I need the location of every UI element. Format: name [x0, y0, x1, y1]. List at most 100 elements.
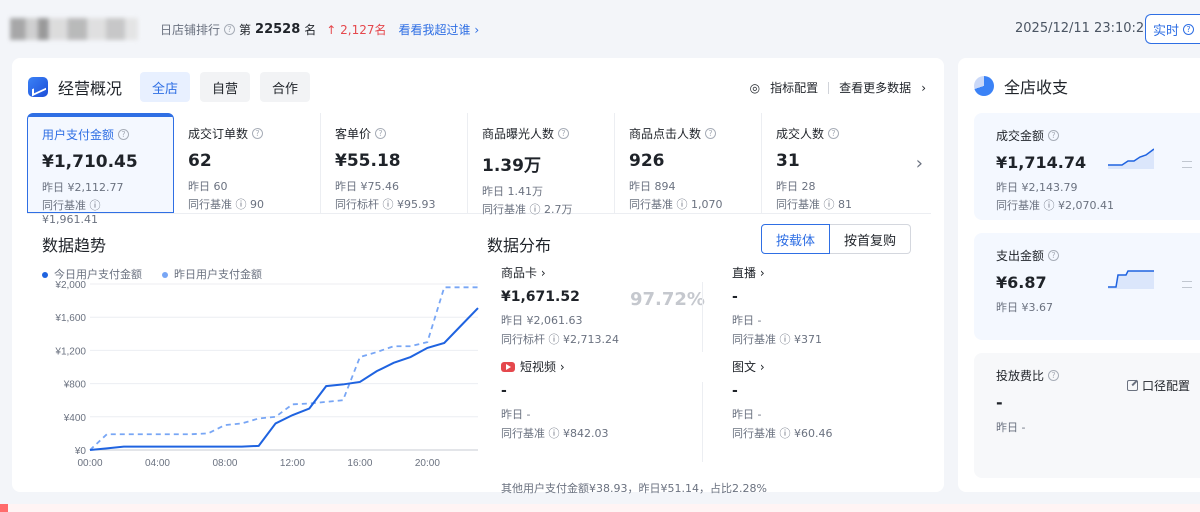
- distribution-divider: [702, 282, 703, 352]
- metric-value: 62: [188, 151, 212, 171]
- store-income-title: 全店收支: [1004, 78, 1069, 97]
- card-yesterday: 昨日 ¥2,143.79: [996, 181, 1078, 194]
- goods-card-benchmark: 同行标杆 ⓘ ¥2,713.24: [501, 333, 619, 346]
- metric-benchmark: 同行基准 ⓘ 90: [188, 198, 264, 211]
- metrics-next-button[interactable]: ›: [916, 153, 923, 174]
- image-text-link[interactable]: 图文 ›: [732, 358, 922, 375]
- metric-label-row: 成交订单数?: [188, 125, 306, 142]
- help-icon: ?: [1183, 23, 1194, 35]
- metric-value: 926: [629, 151, 665, 171]
- trend-chart[interactable]: ¥0 ¥400 ¥800 ¥1,200 ¥1,600 ¥2,000 00:00 04:00 08…: [42, 280, 482, 470]
- scope-config-label: 口径配置: [1141, 379, 1190, 393]
- metric-benchmark: 同行基准 ⓘ 2.7万: [482, 203, 573, 216]
- surpass-link[interactable]: 看看我超过谁 ›: [399, 21, 480, 38]
- metric-label: 客单价: [335, 127, 372, 141]
- metric-label-row: 用户支付金额?: [42, 126, 159, 143]
- image-text-yesterday: 昨日 -: [732, 408, 762, 421]
- goods-card-yesterday: 昨日 ¥2,061.63: [501, 314, 583, 327]
- divider: [828, 81, 830, 94]
- card-yesterday: 昨日 -: [996, 421, 1026, 434]
- metric-yesterday: 昨日 ¥2,112.77: [42, 181, 124, 194]
- y-tick-label: ¥2,000: [54, 280, 86, 291]
- legend-dot-yesterday: [162, 272, 168, 278]
- other-payment-note: 其他用户支付金额¥38.93，昨日¥51.14，占比2.28%: [501, 482, 767, 495]
- x-tick-label: 04:00: [145, 458, 170, 469]
- short-video-yesterday: 昨日 -: [501, 408, 531, 421]
- card-benchmark: 同行基准 ⓘ ¥2,070.41: [996, 199, 1114, 212]
- ad-cost-ratio-card[interactable]: 投放费比? - 昨日 - 口径配置: [974, 353, 1200, 478]
- card-label-row: 成交金额?: [996, 127, 1178, 144]
- x-tick-label: 16:00: [347, 458, 372, 469]
- info-icon[interactable]: ?: [224, 24, 236, 35]
- overview-header: 经营概况 全店 自营 合作: [28, 72, 311, 102]
- timestamp: 2025/12/11 23:10:29: [1015, 21, 1153, 36]
- rank-number: 22528: [255, 22, 301, 37]
- metric-card[interactable]: 用户支付金额? ¥1,710.45 昨日 ¥2,112.77 同行基准 ⓘ ¥1…: [27, 113, 174, 226]
- card-yesterday: 昨日 ¥3.67: [996, 301, 1053, 314]
- segment-self[interactable]: 自营: [200, 72, 251, 102]
- expand-icon[interactable]: [1182, 281, 1192, 288]
- metric-benchmark: 同行基准 ⓘ 81: [776, 198, 852, 211]
- metric-label: 成交人数: [776, 127, 825, 141]
- x-tick-label: 20:00: [415, 458, 440, 469]
- target-icon: ◎: [749, 80, 761, 95]
- card-label-row: 支出金额?: [996, 247, 1178, 264]
- card-label: 支出金额: [996, 249, 1045, 263]
- metric-card[interactable]: 客单价? ¥55.18 昨日 ¥75.46 同行标杆 ⓘ ¥95.93: [321, 113, 468, 213]
- metric-label: 商品曝光人数: [482, 127, 555, 141]
- metric-cards: 用户支付金额? ¥1,710.45 昨日 ¥2,112.77 同行基准 ⓘ ¥1…: [27, 113, 931, 226]
- scope-config-button[interactable]: 口径配置: [1126, 377, 1190, 394]
- live-link[interactable]: 直播 ›: [732, 264, 922, 281]
- realtime-label: 实时: [1152, 23, 1179, 39]
- chevron-right-icon: ›: [921, 80, 926, 95]
- short-video-link[interactable]: 短视频 ›: [501, 358, 691, 375]
- metric-yesterday: 昨日 894: [629, 180, 676, 193]
- pie-chart-icon: [974, 76, 994, 96]
- metric-value: ¥1,710.45: [42, 152, 138, 172]
- y-tick-label: ¥1,600: [54, 313, 86, 324]
- distribution-image-text: 图文 › - 昨日 - 同行基准 ⓘ ¥60.46: [732, 358, 922, 441]
- metric-card[interactable]: 成交订单数? 62 昨日 60 同行基准 ⓘ 90: [174, 113, 321, 213]
- metric-card[interactable]: 商品点击人数? 926 昨日 894 同行基准 ⓘ 1,070: [615, 113, 762, 213]
- topbar: 日店铺排行 ? 第 22528 名 ↑ 2,127名 看看我超过谁 › 2025…: [0, 0, 1200, 58]
- metric-label: 商品点击人数: [629, 127, 702, 141]
- metric-yesterday: 昨日 ¥75.46: [335, 180, 399, 193]
- expand-icon[interactable]: [1182, 161, 1192, 168]
- goods-card-link[interactable]: 商品卡 ›: [501, 264, 691, 281]
- shop-name-blurred: [10, 18, 138, 40]
- trend-title: 数据趋势: [42, 236, 107, 255]
- metric-label-row: 商品曝光人数?: [482, 125, 600, 142]
- transaction-card[interactable]: 成交金额? ¥1,714.74 昨日 ¥2,143.79 同行基准 ⓘ ¥2,0…: [974, 113, 1200, 220]
- help-icon: ?: [828, 128, 840, 139]
- segment-partner[interactable]: 合作: [260, 72, 311, 102]
- edit-icon: [1126, 380, 1138, 391]
- legend-dot-today: [42, 272, 48, 278]
- metric-benchmark: 同行标杆 ⓘ ¥95.93: [335, 198, 436, 211]
- video-play-icon: [501, 361, 515, 372]
- goods-card-value: ¥1,671.52: [501, 289, 580, 305]
- metric-label: 成交订单数: [188, 127, 249, 141]
- realtime-button[interactable]: 实时 ?: [1145, 14, 1200, 44]
- metric-yesterday: 昨日 60: [188, 180, 228, 193]
- store-income-panel: 全店收支 成交金额? ¥1,714.74 昨日 ¥2,143.79 同行基准 ⓘ…: [958, 58, 1200, 492]
- metric-label-row: 商品点击人数?: [629, 125, 747, 142]
- help-icon: ?: [375, 128, 387, 139]
- distribution-section: 数据分布 按载体 按首复购 97.72% 商品卡 › ¥1,671.52 昨日 …: [487, 224, 927, 495]
- metric-yesterday: 昨日 1.41万: [482, 185, 543, 198]
- series-line-today: [89, 307, 479, 451]
- distribution-short-video: 短视频 › - 昨日 - 同行基准 ⓘ ¥842.03: [501, 358, 691, 441]
- metric-config-button[interactable]: 指标配置: [770, 79, 818, 96]
- tab-by-purchase-type[interactable]: 按首复购: [829, 224, 911, 254]
- business-overview-panel: 经营概况 全店 自营 合作 ◎ 指标配置 查看更多数据 › 用户支付金额? ¥1…: [12, 58, 944, 495]
- tab-by-carrier[interactable]: 按载体: [760, 224, 830, 254]
- overview-actions: ◎ 指标配置 查看更多数据 ›: [750, 79, 926, 96]
- metric-benchmark: 同行基准 ⓘ 1,070: [629, 198, 723, 211]
- metric-card[interactable]: 商品曝光人数? 1.39万 昨日 1.41万 同行基准 ⓘ 2.7万: [468, 113, 615, 216]
- more-data-link[interactable]: 查看更多数据: [839, 79, 911, 96]
- help-icon: ?: [705, 128, 717, 139]
- segment-all[interactable]: 全店: [140, 72, 191, 102]
- expense-card[interactable]: 支出金额? ¥6.87 昨日 ¥3.67: [974, 233, 1200, 340]
- metric-card[interactable]: 成交人数? 31 昨日 28 同行基准 ⓘ 81: [762, 113, 909, 213]
- metric-benchmark: 同行基准 ⓘ ¥1,961.41: [42, 199, 101, 226]
- x-tick-label: 08:00: [212, 458, 237, 469]
